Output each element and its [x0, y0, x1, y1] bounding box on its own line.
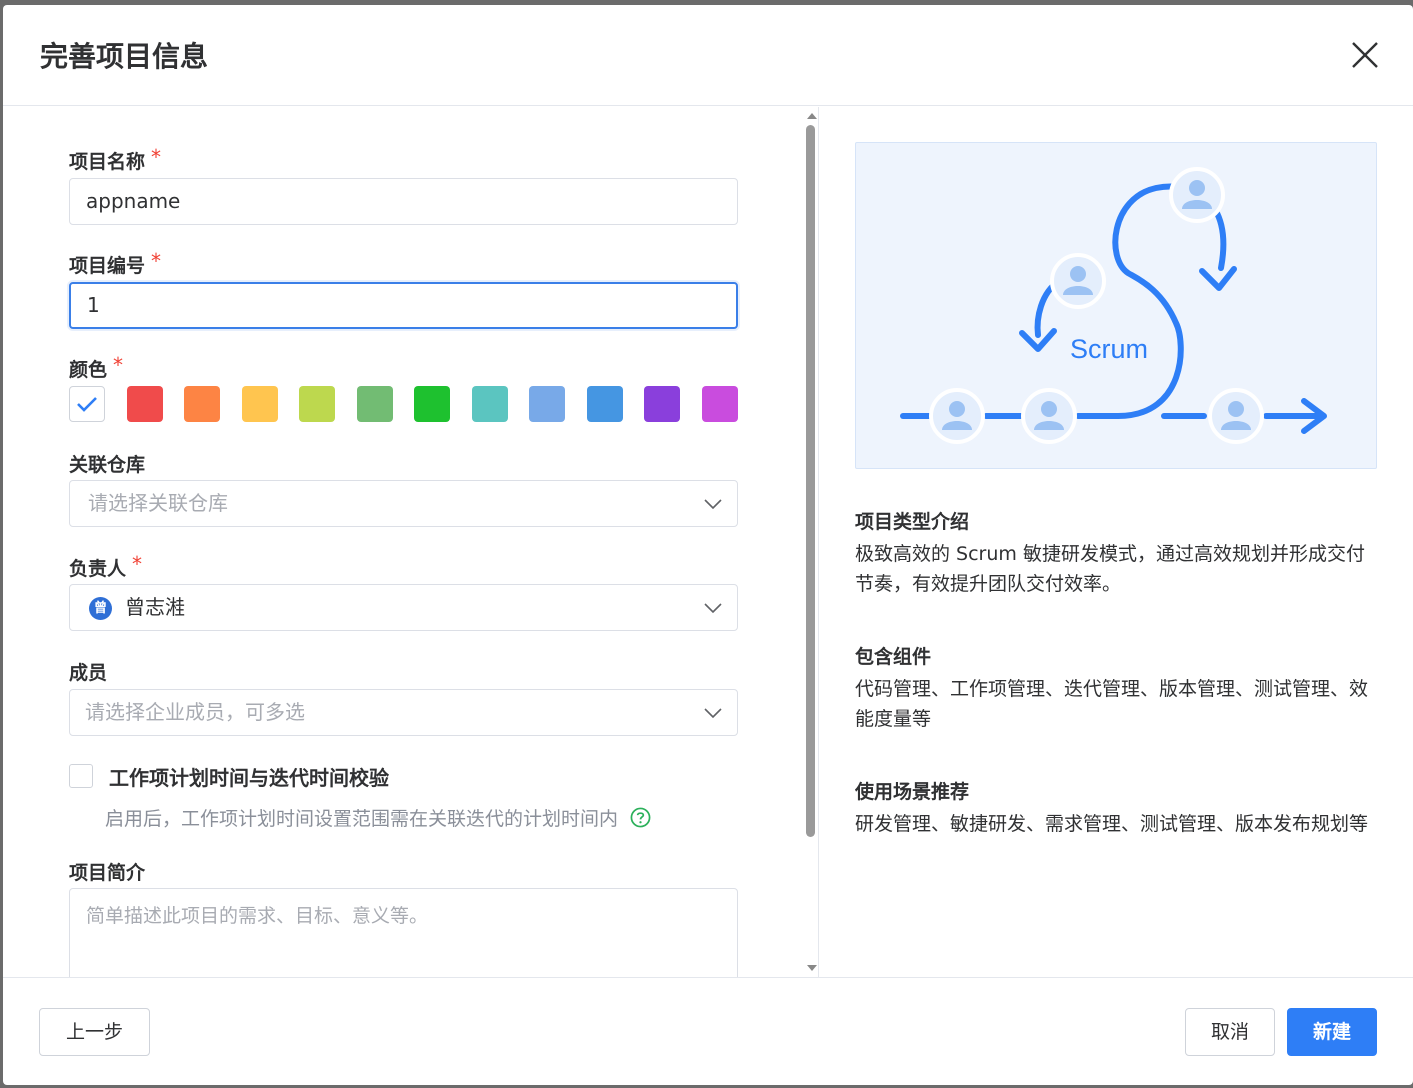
- avatar: 曾: [89, 597, 112, 620]
- members-placeholder: 请选择企业成员，可多选: [85, 700, 305, 724]
- color-swatch[interactable]: [126, 386, 163, 422]
- dialog: 完善项目信息 项目名称 * appname 项目编号 * 1 颜色 * 关联仓库 请选…: [3, 5, 1413, 1085]
- owner-value: 曾志溎: [125, 595, 185, 619]
- color-swatch[interactable]: [529, 386, 565, 422]
- name-label: 项目名称 *: [69, 145, 162, 173]
- chevron-down-icon: [704, 499, 722, 510]
- name-input[interactable]: appname: [69, 178, 738, 225]
- chevron-down-icon: [704, 603, 722, 614]
- validate-checkbox[interactable]: [69, 764, 93, 788]
- scroll-down-arrow[interactable]: [807, 965, 817, 971]
- info-panel: Scrum 项目类型介绍 极致高效的 Scrum 敏捷研发模式，通过高效规划并形…: [820, 107, 1413, 977]
- color-swatch[interactable]: [414, 386, 450, 422]
- validate-label: 工作项计划时间与迭代时间校验: [109, 766, 389, 790]
- color-swatch-none[interactable]: [69, 386, 105, 422]
- color-swatch[interactable]: [299, 386, 335, 422]
- person-icon: [1050, 253, 1106, 309]
- owner-select[interactable]: 曾 曾志溎: [69, 584, 738, 631]
- person-icon: [929, 388, 985, 444]
- prev-step-button[interactable]: 上一步: [39, 1008, 150, 1056]
- color-label: 颜色 *: [69, 353, 124, 381]
- desc-label: 项目简介: [69, 862, 146, 884]
- person-icon: [1208, 388, 1264, 444]
- color-swatch[interactable]: [644, 386, 680, 422]
- repo-placeholder: 请选择关联仓库: [88, 491, 228, 515]
- close-icon[interactable]: [1347, 37, 1383, 73]
- section-body: 极致高效的 Scrum 敏捷研发模式，通过高效规划并形成交付节奏，有效提升团队交…: [855, 543, 1365, 595]
- code-input[interactable]: 1: [69, 282, 738, 329]
- chevron-down-icon: [704, 708, 722, 719]
- color-swatch[interactable]: [356, 386, 393, 422]
- create-button[interactable]: 新建: [1287, 1008, 1377, 1056]
- dialog-title: 完善项目信息: [40, 40, 209, 73]
- help-icon[interactable]: [630, 807, 651, 828]
- color-swatch[interactable]: [701, 386, 738, 422]
- person-icon: [1169, 167, 1225, 223]
- section-body: 代码管理、工作项管理、迭代管理、版本管理、测试管理、效能度量等: [855, 678, 1369, 730]
- validate-help: 启用后，工作项计划时间设置范围需在关联迭代的计划时间内: [105, 804, 651, 831]
- members-select[interactable]: 请选择企业成员，可多选: [69, 689, 738, 736]
- section-body: 研发管理、敏捷研发、需求管理、测试管理、版本发布规划等: [855, 813, 1369, 835]
- scroll-thumb[interactable]: [806, 125, 815, 837]
- dialog-footer: 上一步 取消 新建: [3, 977, 1413, 1085]
- person-icon: [1021, 388, 1077, 444]
- section-title: 包含组件: [855, 646, 932, 668]
- color-swatch[interactable]: [184, 386, 220, 422]
- color-swatch[interactable]: [586, 386, 623, 422]
- section-title: 项目类型介绍: [855, 511, 970, 533]
- scrum-label: Scrum: [1070, 334, 1148, 364]
- owner-label: 负责人 *: [69, 552, 143, 580]
- scrum-illustration: Scrum: [855, 142, 1377, 469]
- scroll-up-arrow[interactable]: [807, 113, 817, 119]
- color-swatch[interactable]: [241, 386, 278, 422]
- scrum-diagram: Scrum: [900, 167, 1327, 444]
- section-title: 使用场景推荐: [855, 781, 970, 803]
- dialog-header: 完善项目信息: [3, 5, 1413, 106]
- members-label: 成员: [69, 662, 108, 684]
- desc-textarea[interactable]: 简单描述此项目的需求、目标、意义等。: [69, 888, 738, 977]
- repo-label: 关联仓库: [69, 454, 146, 476]
- check-icon: [77, 397, 97, 412]
- code-label: 项目编号 *: [69, 249, 162, 277]
- color-swatch[interactable]: [471, 386, 508, 422]
- form-panel: 项目名称 * appname 项目编号 * 1 颜色 * 关联仓库 请选择关联仓库 负…: [3, 107, 819, 977]
- repo-select[interactable]: 请选择关联仓库: [69, 480, 738, 527]
- cancel-button[interactable]: 取消: [1185, 1008, 1275, 1056]
